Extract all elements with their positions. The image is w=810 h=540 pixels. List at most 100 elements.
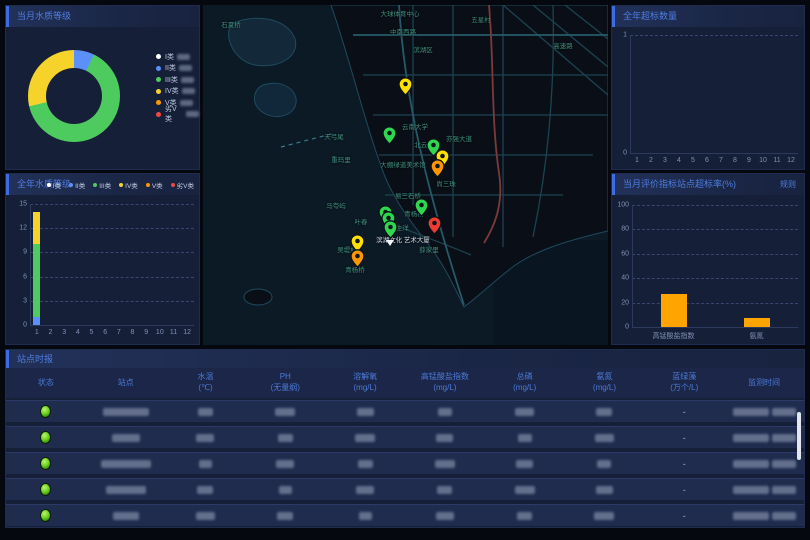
table-column-header: 溶解氧(mg/L) (325, 372, 405, 394)
table-header-row: 状态站点水温(℃)PH(无量纲)溶解氧(mg/L)高锰酸盐指数(mg/L)总磷(… (6, 368, 804, 398)
value-cell-redacted (405, 433, 485, 443)
table-row[interactable]: - (6, 426, 804, 448)
legend-value-redacted (182, 88, 195, 94)
x-axis-tick: 8 (733, 157, 737, 164)
x-axis-tick: 氨氮 (750, 331, 764, 341)
y-axis-tick: 12 (11, 225, 27, 232)
algae-cell: - (644, 511, 724, 521)
table-column-header: 监测时间 (724, 378, 804, 389)
map-label: 五星村 (471, 14, 491, 24)
legend-label: 劣V类 (177, 180, 194, 190)
legend-item[interactable]: 劣V类 (171, 179, 197, 191)
value-cell-redacted (485, 511, 565, 521)
table-row[interactable]: - (6, 452, 804, 474)
rate-bar[interactable] (661, 294, 687, 327)
legend-item[interactable]: 劣V类 (156, 109, 199, 121)
redacted-value (594, 512, 614, 520)
table-row[interactable]: - (6, 504, 804, 526)
x-axis-line (30, 325, 194, 326)
donut-chart-month-quality[interactable] (28, 50, 120, 142)
legend-label: 劣V类 (165, 104, 183, 124)
table-row[interactable]: - (6, 478, 804, 500)
panel-station-table: 站点时报 状态站点水温(℃)PH(无量纲)溶解氧(mg/L)高锰酸盐指数(mg/… (5, 349, 805, 528)
legend-label: IV类 (165, 86, 179, 96)
legend-item[interactable]: IV类 (156, 86, 199, 98)
legend-item[interactable]: I类 (156, 51, 199, 63)
rate-rule-link[interactable]: 规则 (780, 174, 796, 195)
status-ok-icon (40, 509, 51, 522)
table-row[interactable]: - (6, 400, 804, 422)
map-overlay: 石夏桥大球体育中心中南西路滨湖区五星村高速路云南大学北云桥亦强大道大棚绿道美术馆… (203, 5, 608, 345)
legend-item[interactable]: I类 (47, 179, 64, 191)
x-axis-tick: 5 (691, 157, 695, 164)
y-axis-tick: 0 (611, 150, 627, 157)
x-axis-tick: 7 (117, 329, 121, 336)
y-axis-tick: 3 (11, 297, 27, 304)
map-label: 天弓尾 (324, 131, 344, 141)
x-axis-tick: 12 (183, 329, 191, 336)
table-column-header: PH(无量纲) (245, 372, 325, 394)
legend-dot-icon (156, 54, 161, 59)
legend-dot-icon (156, 66, 161, 71)
legend-item[interactable]: II类 (69, 179, 88, 191)
algae-cell: - (644, 485, 724, 495)
legend-dot-icon (171, 183, 175, 187)
gridline (632, 303, 798, 304)
legend-dot-icon (47, 183, 51, 187)
map-label: 马夸屿 (326, 200, 346, 210)
value-cell-redacted (405, 407, 485, 417)
table-column-header: 状态 (6, 378, 86, 389)
value-cell-redacted (565, 407, 645, 417)
redacted-value (196, 512, 215, 520)
station-pin[interactable] (382, 126, 397, 145)
redacted-value (113, 512, 139, 520)
redacted-value (103, 408, 149, 416)
redacted-value (515, 486, 535, 494)
x-axis-tick: 4 (677, 157, 681, 164)
value-cell-redacted (485, 407, 565, 417)
month-rate-chart[interactable]: 020406080100高锰酸盐指数氨氮 (612, 195, 804, 344)
year-quality-chart[interactable]: 03691215123456789101112 (6, 195, 199, 344)
year-exceed-chart[interactable]: 01123456789101112 (612, 27, 804, 169)
redacted-value (596, 486, 613, 494)
y-axis-tick: 1 (611, 32, 627, 39)
legend-label: III类 (99, 180, 111, 190)
legend-item[interactable]: III类 (156, 74, 199, 86)
redacted-value (355, 434, 375, 442)
station-pin[interactable] (427, 216, 442, 235)
value-cell-redacted (485, 433, 565, 443)
redacted-value (356, 486, 374, 494)
station-pin[interactable] (350, 249, 365, 268)
station-cell-redacted (86, 511, 166, 521)
y-axis-tick: 6 (11, 273, 27, 280)
gridline (630, 35, 798, 36)
redacted-value (772, 408, 796, 416)
station-pin[interactable] (430, 159, 445, 178)
value-cell-redacted (485, 459, 565, 469)
panel-month-rate: 当月评价指标站点超标率(%) 规则 020406080100高锰酸盐指数氨氮 (611, 173, 805, 345)
redacted-value (101, 460, 151, 468)
legend-value-redacted (179, 65, 192, 71)
redacted-value (595, 434, 614, 442)
x-axis-tick: 4 (76, 329, 80, 336)
legend-label: V类 (152, 180, 163, 190)
algae-cell: - (644, 459, 724, 469)
legend-item[interactable]: II类 (156, 63, 199, 75)
algae-cell: - (644, 407, 724, 417)
x-axis-tick: 9 (144, 329, 148, 336)
dashboard: 当月水质等级 I类II类III类IV类V类劣V类 全年水质等级 I类II类III… (0, 0, 810, 540)
legend-label: IV类 (125, 180, 138, 190)
legend-item[interactable]: IV类 (119, 179, 141, 191)
rate-bar[interactable] (744, 318, 770, 327)
status-cell (6, 483, 86, 496)
stacked-bar-segment[interactable] (33, 317, 40, 325)
legend-item[interactable]: III类 (93, 179, 114, 191)
station-pin[interactable] (383, 220, 398, 239)
station-pin[interactable] (414, 198, 429, 217)
station-pin[interactable] (398, 77, 413, 96)
stacked-bar-segment[interactable] (33, 212, 40, 244)
station-map[interactable]: 石夏桥大球体育中心中南西路滨湖区五星村高速路云南大学北云桥亦强大道大棚绿道美术馆… (203, 5, 608, 345)
table-scrollbar[interactable] (797, 412, 801, 460)
legend-item[interactable]: V类 (146, 179, 166, 191)
stacked-bar-segment[interactable] (33, 244, 40, 317)
